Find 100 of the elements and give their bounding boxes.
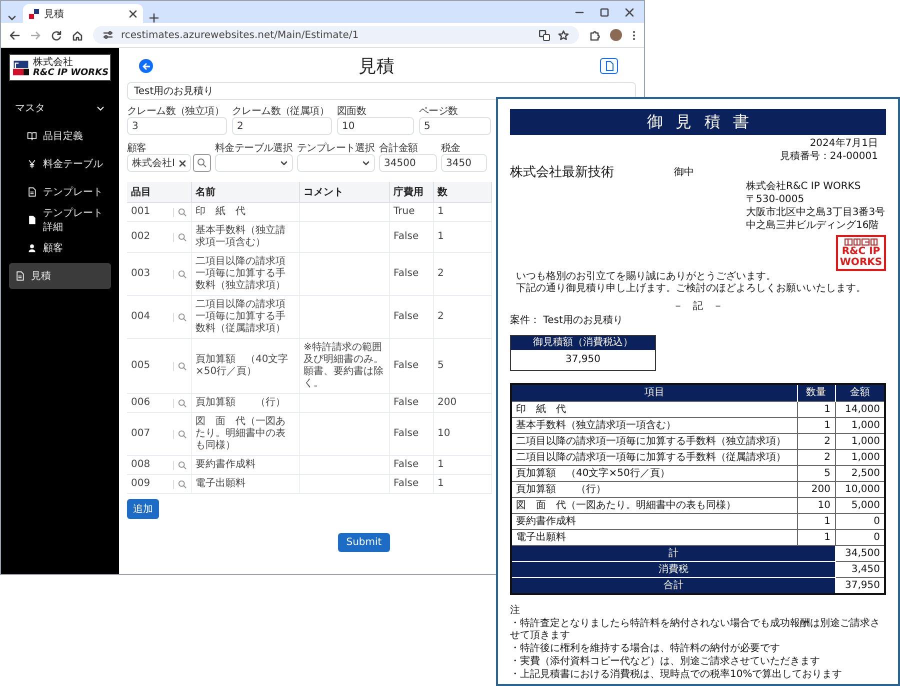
search-button[interactable]: [193, 154, 211, 172]
browser-tab[interactable]: 見積: [23, 4, 143, 23]
total-row-value: 3,450: [835, 562, 885, 578]
item-name: 基本手数料（独立請求項一項含む）: [191, 222, 299, 252]
line-amount: 1,000: [835, 450, 885, 466]
site-info-icon[interactable]: [103, 30, 113, 40]
item-quantity: 2: [433, 252, 491, 296]
input-field[interactable]: 10: [337, 117, 414, 135]
close-icon[interactable]: [129, 10, 137, 18]
tab-title: 見積: [44, 8, 65, 20]
item-name: 二項目以降の請求項一項毎に加算する手数料（独立請求項）: [191, 252, 299, 296]
dropdown-field[interactable]: [297, 154, 375, 172]
clear-icon[interactable]: [179, 160, 186, 166]
item-code: 008: [131, 459, 150, 471]
search-icon[interactable]: [178, 460, 186, 470]
document-icon: [604, 61, 614, 71]
sidebar-item[interactable]: テンプレート: [9, 179, 111, 205]
add-button[interactable]: 追加: [127, 499, 159, 519]
search-icon[interactable]: [178, 232, 186, 242]
line-amount: 1,000: [835, 418, 885, 434]
total-row-value: 34,500: [835, 546, 885, 562]
input-field[interactable]: 2: [232, 117, 332, 135]
search-icon[interactable]: [178, 480, 186, 488]
input-field[interactable]: 34500: [379, 154, 437, 172]
search-icon[interactable]: [178, 430, 186, 438]
field-label: クレーム数（従属項）: [232, 105, 330, 117]
search-icon[interactable]: [178, 398, 186, 408]
sidebar-item[interactable]: 見積: [9, 263, 111, 289]
home-icon[interactable]: [72, 30, 83, 40]
back-button[interactable]: [139, 59, 153, 73]
company-address: 中之島三井ビルディング16階: [746, 220, 880, 232]
menu-dots-icon[interactable]: [632, 30, 636, 40]
item-name: 頁加算額 （40文字×50行／頁）: [191, 338, 299, 394]
fee-flag: False: [389, 338, 433, 394]
maximize-icon[interactable]: [600, 8, 609, 16]
line-amount: 0: [835, 530, 885, 546]
column-header: 品目: [127, 182, 191, 202]
back-arrow-icon[interactable]: [9, 30, 20, 40]
fee-flag: True: [389, 202, 433, 222]
estimate-number: 見積番号：24-00001: [780, 151, 878, 163]
puzzle-piece-icon[interactable]: [589, 30, 600, 40]
greeting-text: 下記の通り御見積り申し上げます。ご検討のほどよろしくお願いいたします。: [516, 283, 867, 295]
search-icon[interactable]: [178, 362, 186, 370]
field-label: ページ数: [419, 105, 459, 117]
line-amount: 5,000: [835, 498, 885, 514]
person-icon: [27, 243, 37, 253]
item-name: 電子出願料: [191, 474, 299, 494]
item-code: 005: [131, 360, 150, 372]
close-icon[interactable]: [625, 8, 634, 16]
item-code: 004: [131, 311, 150, 323]
input-field[interactable]: 5: [419, 117, 491, 135]
reload-icon[interactable]: [51, 30, 62, 40]
fee-flag: False: [389, 412, 433, 456]
fee-flag: False: [389, 474, 433, 494]
line-amount: 10,000: [835, 482, 885, 498]
record-heading: － 記 －: [672, 301, 724, 313]
sidebar-item[interactable]: マスタ: [9, 95, 111, 121]
item-quantity: 1: [433, 474, 491, 494]
search-icon: [197, 158, 207, 168]
line-amount: 0: [835, 514, 885, 530]
avatar-icon[interactable]: [610, 29, 622, 41]
fee-flag: False: [389, 296, 433, 338]
sidebar-item[interactable]: 品目定義: [9, 123, 111, 149]
sidebar-item[interactable]: テンプレート詳細: [9, 207, 111, 233]
company-seal: R&C IP WORKS: [836, 235, 886, 271]
input-field[interactable]: 3: [127, 117, 227, 135]
address-bar[interactable]: rcestimates.azurewebsites.net/Main/Estimate/1: [93, 26, 579, 44]
line-item: 頁加算額 （行）: [511, 482, 797, 498]
greeting-text: いつも格別のお引立てを賜り誠にありがとうございます。: [516, 271, 777, 282]
search-icon[interactable]: [178, 208, 186, 216]
sidebar-item[interactable]: 料金テーブル: [9, 151, 111, 177]
dropdown-field[interactable]: [215, 154, 293, 172]
line-item: 二項目以降の請求項一項毎に加算する手数料（従属請求項）: [511, 450, 797, 466]
star-icon[interactable]: [558, 30, 569, 40]
column-header: 数: [433, 182, 491, 202]
column-header: 庁費用: [389, 182, 433, 202]
notes-heading: 注: [510, 605, 520, 617]
line-quantity: 200: [797, 482, 835, 498]
customer-field[interactable]: 株式会社I: [127, 154, 191, 172]
field-label: テンプレート選択: [297, 142, 375, 154]
sidebar-item[interactable]: 顧客: [9, 235, 111, 261]
chevron-down-icon: [280, 159, 288, 167]
fee-flag: False: [389, 456, 433, 474]
yen-icon: [27, 159, 37, 169]
field-label: 合計金額: [379, 142, 419, 154]
input-field[interactable]: 3450: [441, 154, 487, 172]
note-text: ・上記見積書における消費税は、現時点での税率10%で算出しております: [510, 669, 844, 681]
search-icon[interactable]: [178, 312, 186, 322]
pdf-button[interactable]: [600, 58, 618, 74]
total-label: 御見積額（消費税込）: [511, 336, 655, 350]
search-icon[interactable]: [178, 270, 186, 278]
document-icon: [27, 215, 37, 225]
line-quantity: 10: [797, 498, 835, 514]
chevron-down-icon[interactable]: [7, 13, 17, 23]
plus-icon[interactable]: [149, 13, 159, 23]
document-title: 御見積書: [510, 109, 886, 135]
favicon-icon: [29, 8, 39, 18]
item-name: 二項目以降の請求項一項毎に加算する手数料（従属請求項）: [191, 296, 299, 338]
submit-button[interactable]: Submit: [338, 533, 390, 552]
item-code: 002: [131, 231, 150, 243]
